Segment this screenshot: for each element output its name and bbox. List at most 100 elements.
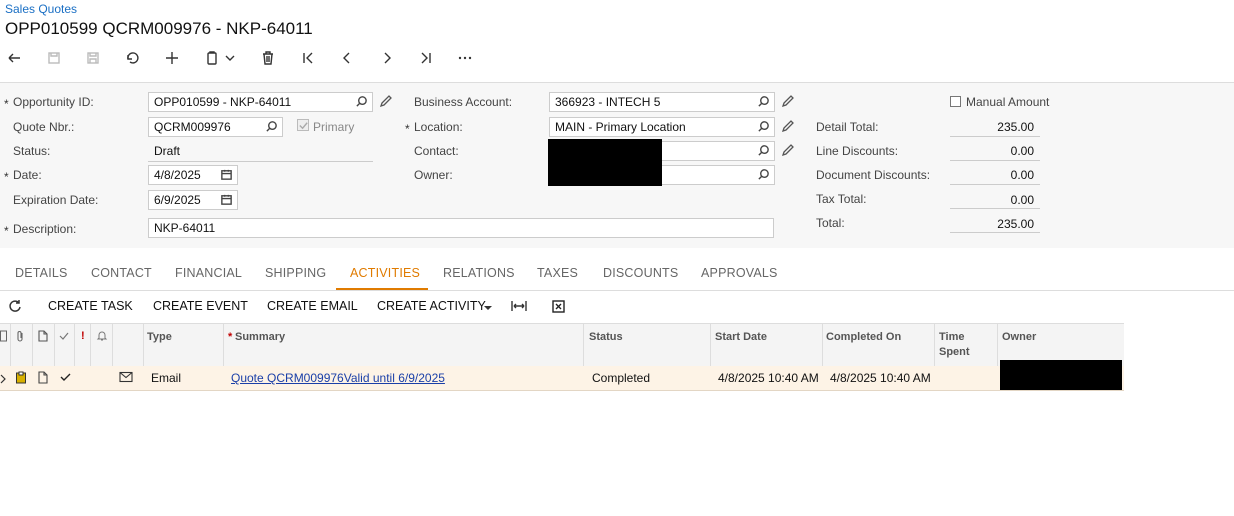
tab-relations[interactable]: RELATIONS [443,266,515,280]
owner-column-header[interactable]: Owner [1002,330,1036,345]
expiration-date-field[interactable]: 6/9/2025 [148,190,238,210]
tab-shipping[interactable]: SHIPPING [265,266,326,280]
search-icon[interactable] [757,95,770,108]
undo-icon[interactable] [118,44,146,72]
search-icon[interactable] [355,95,368,108]
tab-contact[interactable]: CONTACT [91,266,152,280]
expiration-date-value: 6/9/2025 [154,193,201,207]
manual-amount-checkbox[interactable] [950,96,961,107]
total-value: 235.00 [997,217,1034,231]
edit-pencil-icon[interactable] [379,94,393,108]
status-label: Status: [13,144,51,158]
fit-columns-icon[interactable] [511,299,527,313]
tab-financial[interactable]: FINANCIAL [175,266,242,280]
last-record-icon[interactable] [412,44,440,72]
create-activity-button[interactable]: CREATE ACTIVITY [377,299,486,313]
divider [950,232,1040,233]
detail-total-value: 235.00 [997,120,1034,134]
primary-label: Primary [313,120,355,134]
tab-details[interactable]: DETAILS [15,266,68,280]
document-icon [38,330,48,342]
summary-link[interactable]: Quote QCRM009976Valid until 6/9/2025 [231,371,445,385]
column-divider [822,324,823,366]
start-date-column-header[interactable]: Start Date [715,330,767,345]
business-account-label: Business Account: [414,95,513,109]
more-icon[interactable] [451,44,479,72]
quote-nbr-value: QCRM009976 [154,120,231,134]
grid-header: ! Type * Summary Status Start Date Compl… [0,323,1124,367]
row-selector-icon[interactable] [0,373,6,384]
completed-on-column-header[interactable]: Completed On [826,330,901,345]
clipboard-icon[interactable] [15,371,27,384]
status-underline [148,161,373,162]
table-row[interactable]: Email Quote QCRM009976Valid until 6/9/20… [0,366,1124,391]
column-divider [997,324,998,366]
save-icon[interactable] [79,44,107,72]
column-divider [90,324,91,366]
reminder-bell-icon [96,330,108,342]
create-task-button[interactable]: CREATE TASK [48,299,133,313]
save-close-icon[interactable] [40,44,68,72]
required-mark: * [4,170,9,184]
date-label: Date: [13,168,42,182]
document-icon[interactable] [38,371,48,384]
grid-toolbar: CREATE TASK CREATE EVENT CREATE EMAIL CR… [0,291,1234,321]
edit-pencil-icon[interactable] [781,119,795,133]
description-field[interactable]: NKP-64011 [148,218,774,238]
tab-activities[interactable]: ACTIVITIES [350,266,420,280]
business-account-field[interactable]: 366923 - INTECH 5 [549,92,775,112]
calendar-icon[interactable] [220,168,233,181]
search-icon[interactable] [757,120,770,133]
required-mark: * [405,122,410,136]
check-icon [59,330,69,340]
redacted-owner [1000,360,1122,390]
add-icon[interactable] [158,44,186,72]
status-value: Draft [154,144,181,158]
edit-pencil-icon[interactable] [781,94,795,108]
edit-pencil-icon[interactable] [781,143,795,157]
search-icon[interactable] [757,144,770,157]
priority-icon: ! [81,330,85,342]
opportunity-id-field[interactable]: OPP010599 - NKP-64011 [148,92,373,112]
summary-column-header[interactable]: Summary [235,330,285,345]
files-icon [0,330,7,342]
quote-nbr-field[interactable]: QCRM009976 [148,117,283,137]
tab-approvals[interactable]: APPROVALS [701,266,778,280]
search-icon[interactable] [757,168,770,181]
breadcrumb[interactable]: Sales Quotes [5,2,77,16]
refresh-icon[interactable] [8,299,22,313]
chevron-down-icon[interactable] [221,44,239,72]
time-spent-header-line1: Time [939,331,965,343]
document-discounts-value: 0.00 [1010,168,1034,182]
create-email-button[interactable]: CREATE EMAIL [267,299,358,313]
opportunity-id-label: Opportunity ID: [13,95,94,109]
column-divider [54,324,55,366]
calendar-icon[interactable] [220,193,233,206]
total-label: Total: [816,216,845,230]
search-icon[interactable] [265,120,278,133]
divider [950,208,1040,209]
tab-discounts[interactable]: DISCOUNTS [603,266,678,280]
contact-label: Contact: [414,144,459,158]
location-label: Location: [414,120,463,134]
description-value: NKP-64011 [154,221,216,235]
delete-icon[interactable] [254,44,282,72]
time-spent-column-header[interactable]: Time Spent [939,330,970,360]
required-mark: * [228,331,233,343]
location-field[interactable]: MAIN - Primary Location [549,117,775,137]
required-mark: * [4,97,9,111]
tab-taxes[interactable]: TAXES [537,266,578,280]
back-icon[interactable] [0,44,28,72]
first-record-icon[interactable] [294,44,322,72]
caret-down-icon[interactable] [484,301,492,310]
export-excel-icon[interactable] [552,300,565,313]
previous-record-icon[interactable] [333,44,361,72]
status-column-header[interactable]: Status [589,330,623,345]
next-record-icon[interactable] [373,44,401,72]
time-spent-header-line2: Spent [939,346,970,358]
create-event-button[interactable]: CREATE EVENT [153,299,248,313]
business-account-value: 366923 - INTECH 5 [555,95,661,109]
type-column-header[interactable]: Type [147,330,172,345]
primary-checkbox[interactable] [297,119,309,131]
date-field[interactable]: 4/8/2025 [148,165,238,185]
